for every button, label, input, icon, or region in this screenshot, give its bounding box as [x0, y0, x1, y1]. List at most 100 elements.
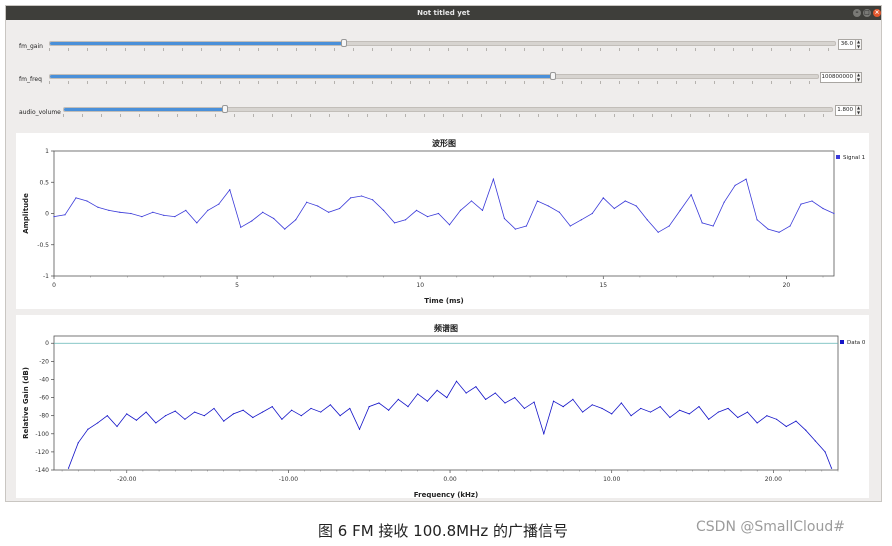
spectrum-plot-panel: 频谱图 Frequency (kHz) Relative Gain (dB) -20.…	[16, 315, 869, 499]
fm-freq-control: fm_freq 100800000 ▲ ▼	[6, 69, 883, 89]
data-point	[116, 425, 118, 428]
data-point	[378, 402, 380, 404]
fm-gain-slider[interactable]	[49, 39, 836, 47]
x-tick-label: 15	[599, 282, 607, 289]
data-point	[494, 392, 496, 394]
data-point	[558, 211, 560, 213]
data-point	[543, 433, 545, 435]
audio-volume-slider-handle[interactable]	[222, 105, 228, 113]
data-point	[635, 205, 637, 207]
minimize-icon[interactable]: –	[853, 9, 861, 17]
data-point	[184, 418, 186, 420]
data-point	[229, 189, 231, 191]
y-tick-label: -80	[39, 413, 49, 420]
waveform-plot[interactable]: 波形图 Time (ms) Amplitude 0 5 10 15 20 1 0.5 0 -0.5 -1…	[16, 133, 869, 309]
data-point	[737, 416, 739, 419]
maximize-icon[interactable]: □	[863, 9, 871, 17]
data-point	[194, 411, 196, 413]
data-point	[397, 398, 399, 400]
data-point	[811, 200, 813, 202]
data-point	[533, 401, 535, 403]
data-point	[295, 219, 297, 221]
data-point	[824, 451, 826, 453]
chart-title: 频谱图	[434, 323, 458, 333]
data-point	[591, 212, 593, 215]
slider-ticks	[49, 48, 834, 51]
data-point	[562, 406, 564, 408]
data-point	[261, 411, 264, 413]
data-point	[271, 406, 273, 408]
y-tick-label: -120	[35, 449, 49, 456]
audio-volume-spinbox[interactable]: 1.800	[835, 105, 856, 116]
fm-freq-spin-arrows[interactable]: ▲ ▼	[856, 72, 862, 83]
data-point	[624, 200, 626, 202]
x-tick-label: 0	[52, 282, 56, 289]
plot-frame	[53, 335, 839, 471]
data-point	[756, 219, 758, 221]
fm-freq-spinbox[interactable]: 100800000	[820, 72, 856, 83]
data-point	[368, 406, 370, 408]
data-point	[155, 422, 157, 424]
data-point	[775, 418, 778, 420]
data-point	[64, 214, 66, 216]
data-point	[320, 411, 322, 413]
data-point	[86, 200, 88, 202]
fm-gain-slider-handle[interactable]	[341, 39, 347, 47]
data-point	[388, 409, 390, 411]
data-point	[830, 467, 833, 469]
data-point	[778, 231, 780, 233]
y-tick-label: 1	[45, 148, 49, 155]
data-point	[163, 214, 165, 216]
audio-volume-spin-arrows[interactable]: ▲ ▼	[856, 105, 862, 116]
x-axis-label: Time (ms)	[424, 297, 464, 305]
fm-freq-slider-handle[interactable]	[550, 72, 556, 80]
fm-gain-spinbox[interactable]: 36.0	[838, 39, 856, 50]
y-tick-label: -40	[39, 376, 49, 383]
fm-freq-slider[interactable]	[49, 72, 819, 80]
data-point	[77, 442, 79, 444]
data-point	[569, 225, 571, 227]
data-point	[717, 411, 719, 413]
fm-gain-control: fm_gain 36.0 ▲ ▼	[6, 36, 883, 56]
data-point	[795, 420, 797, 422]
spectrum-plot[interactable]: 频谱图 Frequency (kHz) Relative Gain (dB) -20.…	[16, 315, 869, 499]
audio-volume-slider[interactable]	[63, 105, 833, 113]
data-point	[552, 400, 555, 402]
data-point	[393, 222, 396, 224]
data-point	[240, 226, 242, 228]
data-point	[203, 415, 205, 417]
fm-gain-slider-fill	[50, 42, 344, 45]
data-point	[649, 411, 652, 413]
data-point	[426, 400, 429, 402]
data-point	[87, 428, 89, 430]
data-point	[349, 407, 351, 410]
data-point	[640, 407, 642, 410]
data-point	[630, 415, 632, 417]
x-tick-label: 20.00	[765, 476, 782, 483]
data-point	[174, 410, 176, 412]
data-point	[130, 212, 132, 215]
data-point	[611, 413, 613, 415]
data-point	[547, 205, 549, 207]
app-window: Not titled yet – □ × fm_gain 36.0 ▲ ▼ fm_…	[5, 5, 882, 502]
data-point	[382, 209, 385, 211]
data-point	[97, 422, 99, 424]
data-point	[426, 216, 429, 218]
data-point	[536, 200, 538, 202]
data-point	[485, 398, 487, 400]
close-icon[interactable]: ×	[873, 9, 881, 17]
data-point	[572, 398, 574, 400]
data-point	[523, 407, 525, 410]
data-point	[232, 413, 235, 415]
figure-caption: 图 6 FM 接收 100.8MHz 的广播信号	[318, 522, 568, 540]
data-point	[119, 211, 121, 213]
audio-volume-control: audio_volume 1.800 ▲ ▼	[6, 102, 883, 122]
data-point	[371, 199, 374, 201]
data-point	[306, 201, 308, 203]
data-point	[620, 402, 622, 404]
data-point	[767, 228, 769, 230]
data-point	[698, 406, 700, 408]
fm-gain-spin-arrows[interactable]: ▲ ▼	[856, 39, 862, 50]
title-bar: Not titled yet – □ ×	[6, 6, 881, 20]
x-tick-label: 0.00	[443, 476, 457, 483]
